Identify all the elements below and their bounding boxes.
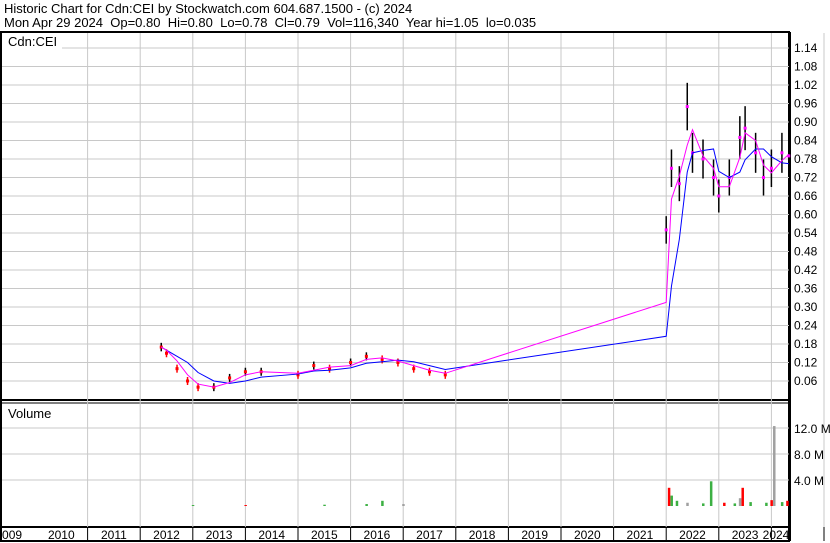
price-point xyxy=(762,176,766,179)
volume-bar xyxy=(738,498,742,506)
x-tick-label: 2018 xyxy=(469,528,496,542)
y-tick-label: 0.72 xyxy=(794,171,818,185)
volume-bar xyxy=(765,502,768,506)
volume-bar xyxy=(733,503,737,506)
x-tick-label: 2024 xyxy=(763,528,790,542)
volume-bar xyxy=(402,504,405,506)
x-tick-label: 2020 xyxy=(574,528,601,542)
volume-bar xyxy=(244,505,247,506)
price-point xyxy=(165,351,168,355)
y-tick-label: 1.14 xyxy=(794,41,818,55)
price-point xyxy=(196,385,200,389)
x-tick-label: 2014 xyxy=(258,528,285,542)
price-point xyxy=(738,135,742,139)
chart-title: Cdn:CEI xyxy=(8,34,57,49)
x-tick-label: 2017 xyxy=(416,528,443,542)
plot-frame xyxy=(0,31,790,542)
price-point xyxy=(664,228,668,232)
y-tick-label: 0.96 xyxy=(794,97,818,111)
volume-bar xyxy=(675,500,679,506)
price-point xyxy=(228,376,232,380)
volume-bar xyxy=(786,500,789,506)
x-tick-label: 2019 xyxy=(521,528,548,542)
x-tick-label: 2021 xyxy=(627,528,654,542)
price-chart: 2009 2010 2011 2012 2013 2014 2015 2016 2017 2018… xyxy=(0,31,830,542)
x-tick-label: 2015 xyxy=(311,528,338,542)
price-point xyxy=(243,370,247,374)
volume-bar xyxy=(702,503,705,506)
volume-bar xyxy=(365,504,368,506)
volume-bar xyxy=(686,502,689,506)
price-point xyxy=(685,105,689,109)
volume-bar xyxy=(381,500,384,506)
x-tick-label: 2010 xyxy=(48,528,75,542)
vol-tick-label: 12.0 M xyxy=(794,422,830,436)
volume-bar xyxy=(749,502,752,506)
ma-long-line xyxy=(160,148,789,384)
price-point xyxy=(364,354,368,358)
y-tick-label: 0.42 xyxy=(794,263,818,277)
y-tick-label: 0.54 xyxy=(794,226,818,240)
price-point xyxy=(677,182,681,186)
volume-bar xyxy=(670,495,673,506)
price-point xyxy=(754,151,758,155)
chart-container: Historic Chart for Cdn:CEI by Stockwatch… xyxy=(0,0,830,543)
y-tick-label: 0.06 xyxy=(794,374,818,388)
y-tick-label: 1.08 xyxy=(794,60,818,74)
volume-bar xyxy=(323,504,326,506)
price-point xyxy=(412,367,416,371)
price-point xyxy=(701,157,705,161)
y-tick-label: 0.30 xyxy=(794,300,818,314)
y-tick-label: 0.48 xyxy=(794,245,818,259)
y-tick-label: 0.12 xyxy=(794,356,818,370)
volume-bar xyxy=(191,505,195,506)
price-point xyxy=(712,176,716,179)
x-tick-label: 2012 xyxy=(153,528,180,542)
volume-bar xyxy=(773,426,776,506)
price-point xyxy=(349,361,353,364)
y-tick-label: 0.18 xyxy=(794,337,818,351)
price-point xyxy=(175,367,179,371)
x-tick-label: 2016 xyxy=(364,528,391,542)
volume-bar xyxy=(723,502,726,506)
x-tick-label: 2023 xyxy=(732,528,759,542)
vol-tick-label: 8.0 M xyxy=(794,448,824,462)
ma-short-line xyxy=(160,128,790,388)
x-tick-label: 2009 xyxy=(0,528,22,542)
y-tick-label: 0.60 xyxy=(794,208,818,222)
x-tick-label: 2011 xyxy=(101,528,127,542)
price-point xyxy=(717,194,721,198)
price-point xyxy=(669,166,673,170)
price-point xyxy=(312,364,316,368)
y-tick-label: 0.66 xyxy=(794,189,818,203)
y-tick-label: 0.84 xyxy=(794,134,818,148)
price-point xyxy=(186,379,190,383)
price-point xyxy=(743,126,747,130)
y-tick-label: 0.24 xyxy=(794,319,818,333)
y-tick-label: 0.90 xyxy=(794,115,818,129)
volume-bar xyxy=(780,502,784,506)
x-tick-label: 2013 xyxy=(206,528,233,542)
volume-bar xyxy=(667,487,671,506)
y-tick-label: 0.78 xyxy=(794,152,818,166)
vol-tick-label: 4.0 M xyxy=(794,474,824,488)
volume-bar xyxy=(741,487,744,506)
volume-bar xyxy=(709,481,713,506)
volume-title: Volume xyxy=(8,406,51,421)
y-tick-label: 1.02 xyxy=(794,78,818,92)
price-point xyxy=(769,166,773,170)
price-point xyxy=(780,151,784,155)
y-tick-label: 0.36 xyxy=(794,282,818,296)
volume-bar xyxy=(770,500,773,506)
x-tick-label: 2022 xyxy=(679,528,706,542)
